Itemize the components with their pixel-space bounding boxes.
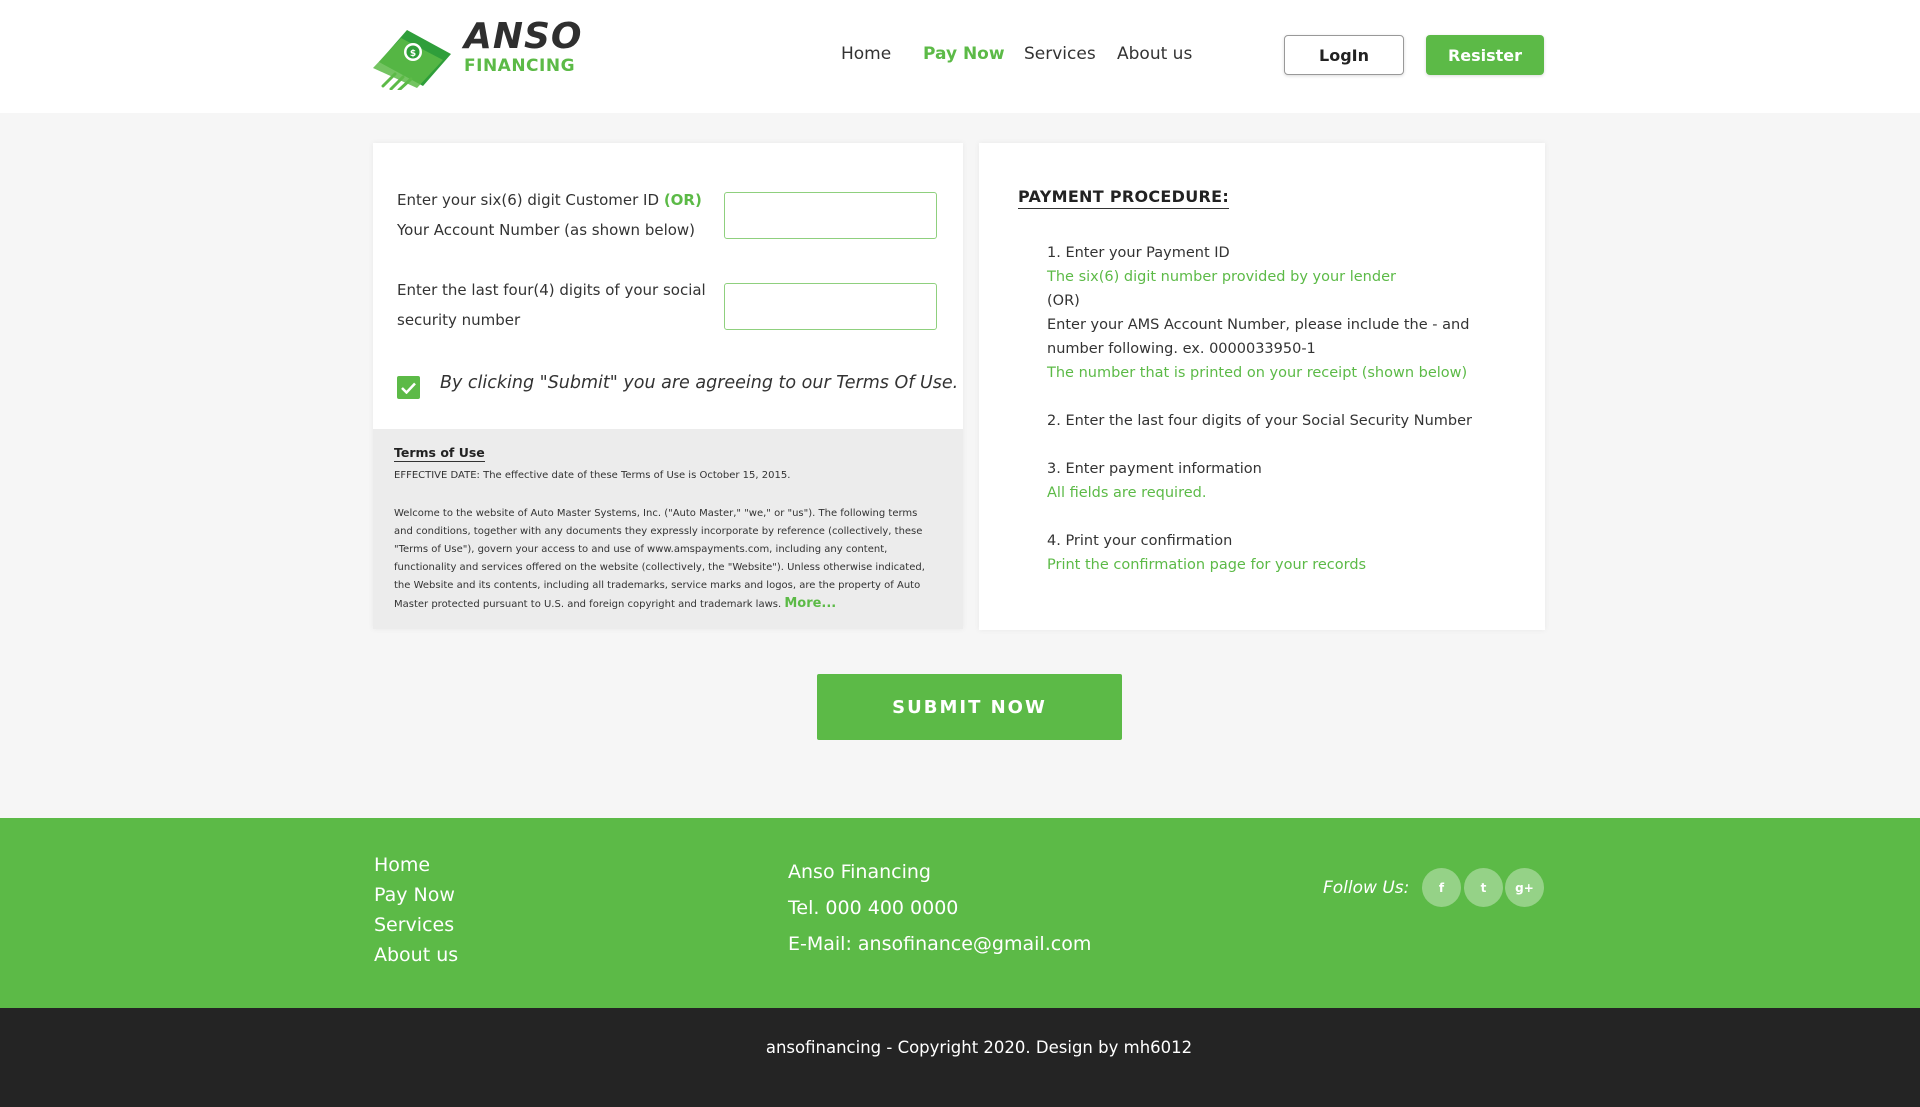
payment-procedure-card: PAYMENT PROCEDURE: 1. Enter your Payment…: [979, 143, 1545, 630]
nav-services[interactable]: Services: [1024, 44, 1096, 64]
step-3: 3. Enter payment information: [1047, 461, 1262, 477]
footer-link-pay-now[interactable]: Pay Now: [374, 884, 455, 906]
footer-link-services[interactable]: Services: [374, 914, 454, 936]
nav-pay-now[interactable]: Pay Now: [923, 44, 1005, 64]
ssn-label: Enter the last four(4) digits of your so…: [397, 281, 706, 329]
procedure-title: PAYMENT PROCEDURE:: [1018, 187, 1230, 209]
footer-link-home[interactable]: Home: [374, 854, 430, 876]
step-2: 2. Enter the last four digits of your So…: [1047, 413, 1472, 429]
ssn-input[interactable]: [724, 283, 937, 330]
register-button[interactable]: Resister: [1426, 35, 1544, 75]
customer-id-label-text: Enter your six(6) digit Customer ID: [397, 191, 660, 209]
twitter-icon[interactable]: t: [1464, 868, 1503, 907]
step-1-alt-hint: The number that is printed on your recei…: [1047, 365, 1468, 381]
site-footer: Home Pay Now Services About us Anso Fina…: [0, 818, 1920, 1008]
step-4: 4. Print your confirmation: [1047, 533, 1233, 549]
submit-button[interactable]: SUBMIT NOW: [817, 674, 1122, 740]
terms-body-text: Welcome to the website of Auto Master Sy…: [394, 508, 925, 610]
agree-checkbox[interactable]: [397, 376, 420, 399]
footer-email[interactable]: E-Mail: ansofinance@gmail.com: [788, 933, 1091, 955]
facebook-icon[interactable]: f: [1422, 868, 1461, 907]
terms-effective-date: EFFECTIVE DATE: The effective date of th…: [394, 470, 791, 481]
brand-sub: FINANCING: [464, 56, 576, 76]
more-link[interactable]: More...: [784, 596, 836, 611]
terms-body: Welcome to the website of Auto Master Sy…: [394, 505, 939, 614]
agree-text: By clicking "Submit" you are agreeing to…: [440, 373, 959, 393]
copyright-text: ansofinancing - Copyright 2020. Design b…: [765, 1038, 1193, 1057]
step-1-alt: Enter your AMS Account Number, please in…: [1047, 317, 1470, 357]
or-label: (OR): [663, 191, 702, 209]
footer-company: Anso Financing: [788, 861, 931, 883]
google-plus-icon[interactable]: g+: [1505, 868, 1544, 907]
payment-form-card: Enter your six(6) digit Customer ID (OR)…: [373, 143, 963, 629]
nav-home[interactable]: Home: [841, 44, 891, 64]
step-4-hint: Print the confirmation page for your rec…: [1047, 557, 1367, 573]
step-1-hint: The six(6) digit number provided by your…: [1047, 269, 1396, 285]
terms-title: Terms of Use: [394, 445, 485, 462]
brand-name: ANSO: [464, 16, 583, 57]
step-3-hint: All fields are required.: [1047, 485, 1207, 501]
nav-about-us[interactable]: About us: [1117, 44, 1192, 64]
login-button[interactable]: LogIn: [1284, 35, 1404, 75]
checkmark-icon: [401, 382, 416, 394]
footer-tel: Tel. 000 400 0000: [788, 897, 959, 919]
follow-us-label: Follow Us:: [1323, 878, 1410, 898]
terms-of-use-box: Terms of Use EFFECTIVE DATE: The effecti…: [373, 429, 963, 629]
svg-text:$: $: [410, 49, 416, 59]
customer-id-input[interactable]: [724, 192, 937, 239]
footer-link-about-us[interactable]: About us: [374, 944, 458, 966]
site-header: $ ANSO FINANCING Home Pay Now Services A…: [0, 0, 1920, 113]
copyright-bar: ansofinancing - Copyright 2020. Design b…: [0, 1008, 1920, 1107]
logo-icon[interactable]: $: [373, 24, 453, 90]
account-number-label-text: Your Account Number (as shown below): [397, 221, 696, 239]
customer-id-label: Enter your six(6) digit Customer ID (OR)…: [397, 185, 717, 245]
step-1: 1. Enter your Payment ID: [1047, 245, 1230, 261]
step-1-or: (OR): [1047, 293, 1080, 309]
